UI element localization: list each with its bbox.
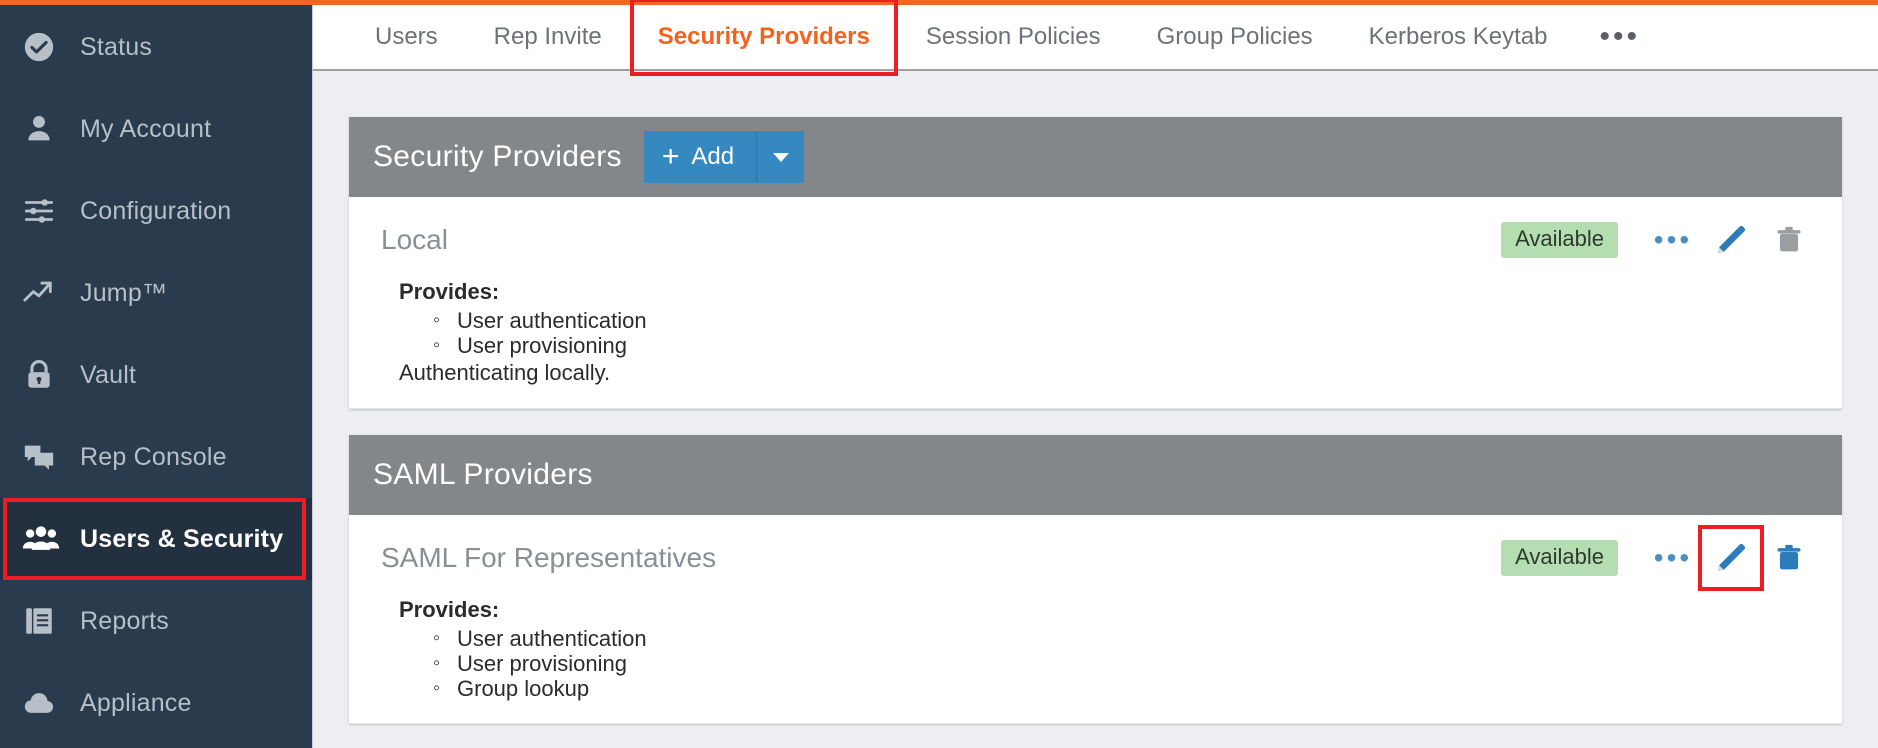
tab-rep-invite[interactable]: Rep Invite bbox=[466, 10, 630, 64]
sidebar-item-label: Vault bbox=[80, 360, 137, 389]
sidebar-item-reports[interactable]: Reports bbox=[0, 580, 312, 662]
plus-icon: + bbox=[661, 140, 680, 173]
panel-title: SAML Providers bbox=[373, 458, 593, 492]
sidebar-item-my-account[interactable]: My Account bbox=[0, 88, 312, 170]
tab-session-policies[interactable]: Session Policies bbox=[898, 10, 1129, 64]
sidebar-item-vault[interactable]: Vault bbox=[0, 334, 312, 416]
sidebar-item-status[interactable]: Status bbox=[0, 6, 312, 88]
tab-security-providers[interactable]: Security Providers bbox=[630, 10, 898, 64]
sidebar-item-jump[interactable]: Jump™ bbox=[0, 252, 312, 334]
sidebar-item-label: Users & Security bbox=[80, 524, 284, 553]
chat-bubbles-icon bbox=[22, 440, 68, 474]
sliders-icon bbox=[22, 194, 68, 228]
sidebar-item-label: Configuration bbox=[80, 196, 232, 225]
tab-security-providers-wrap: Security Providers bbox=[629, 0, 898, 76]
provides-label: Provides: bbox=[399, 597, 500, 623]
sidebar-item-label: My Account bbox=[80, 114, 212, 143]
sidebar-item-rep-console[interactable]: Rep Console bbox=[0, 416, 312, 498]
sidebar: Status My Account Configuration Jump™ Va… bbox=[0, 0, 313, 748]
cloud-icon bbox=[22, 686, 68, 720]
list-item: User authentication bbox=[433, 627, 1818, 652]
provider-header: SAML For Representatives Available ••• bbox=[381, 525, 1818, 592]
main-content: Security Providers + Add Local Available… bbox=[313, 71, 1878, 748]
lock-icon bbox=[22, 358, 68, 392]
tab-users[interactable]: Users bbox=[347, 10, 466, 64]
panel-title: Security Providers bbox=[373, 140, 622, 173]
provider-row-local: Local Available ••• Provides: ◦ User aut… bbox=[349, 197, 1842, 410]
pencil-edit-icon[interactable] bbox=[1698, 525, 1764, 592]
more-horizontal-icon[interactable]: ••• bbox=[1644, 215, 1702, 265]
app-window: Status My Account Configuration Jump™ Va… bbox=[0, 0, 1878, 748]
provides-label: Provides: bbox=[399, 279, 500, 304]
pencil-edit-icon[interactable] bbox=[1702, 215, 1760, 265]
add-button-label: Add bbox=[691, 143, 735, 170]
sidebar-item-label: Status bbox=[80, 32, 153, 61]
status-badge: Available bbox=[1501, 540, 1618, 577]
list-item: User provisioning bbox=[433, 651, 1818, 677]
person-icon bbox=[22, 112, 68, 146]
sidebar-item-label: Rep Console bbox=[80, 442, 227, 471]
sidebar-item-label: Jump™ bbox=[80, 278, 168, 307]
list-item: User authentication bbox=[433, 308, 1818, 334]
list-item: Group lookup bbox=[433, 676, 1818, 702]
more-horizontal-icon[interactable]: ••• bbox=[1644, 533, 1702, 583]
tab-kerberos-keytab[interactable]: Kerberos Keytab bbox=[1341, 10, 1576, 64]
provider-header: Local Available ••• bbox=[381, 215, 1818, 265]
more-dots: ••• bbox=[1653, 224, 1693, 255]
list-item: User provisioning bbox=[433, 333, 1818, 359]
provider-actions: Available ••• bbox=[1501, 215, 1818, 265]
sidebar-item-appliance[interactable]: Appliance bbox=[0, 662, 312, 744]
sidebar-accent-bar bbox=[0, 0, 313, 5]
trash-delete-icon[interactable] bbox=[1760, 215, 1818, 265]
tab-bar: Users Rep Invite Security Providers Sess… bbox=[313, 0, 1878, 76]
provides-block: Provides: User authentication User provi… bbox=[381, 279, 1818, 386]
add-button[interactable]: + Add bbox=[643, 131, 757, 183]
panel-header: SAML Providers bbox=[349, 435, 1842, 516]
provider-name: Local bbox=[381, 224, 448, 255]
users-group-icon bbox=[22, 522, 68, 556]
tab-group-policies[interactable]: Group Policies bbox=[1129, 10, 1341, 64]
sidebar-item-label: Appliance bbox=[80, 688, 192, 717]
provides-list: User authentication User provisioning Gr… bbox=[399, 627, 1818, 701]
panel-security-providers: Security Providers + Add Local Available… bbox=[349, 117, 1842, 410]
provides-list: User authentication User provisioning bbox=[399, 308, 1818, 359]
trash-delete-icon[interactable] bbox=[1760, 533, 1818, 583]
add-dropdown-toggle[interactable] bbox=[756, 131, 805, 183]
provider-row-saml-for-representatives: SAML For Representatives Available ••• P… bbox=[349, 515, 1842, 725]
panel-saml-providers: SAML Providers SAML For Representatives … bbox=[349, 435, 1842, 725]
panel-header: Security Providers + Add bbox=[349, 117, 1842, 197]
add-button-group: + Add bbox=[643, 131, 805, 183]
sidebar-item-configuration[interactable]: Configuration bbox=[0, 170, 312, 252]
status-badge: Available bbox=[1501, 222, 1618, 258]
trend-arrow-icon bbox=[22, 276, 68, 310]
provider-name: SAML For Representatives bbox=[381, 542, 717, 574]
sidebar-item-users-and-security[interactable]: Users & Security bbox=[0, 498, 312, 580]
tab-overflow-more-icon[interactable]: ••• bbox=[1575, 22, 1664, 52]
provides-block: Provides: User authentication User provi… bbox=[381, 597, 1818, 701]
provider-note: Authenticating locally. bbox=[399, 360, 611, 386]
sidebar-item-label: Reports bbox=[80, 606, 169, 635]
report-doc-icon bbox=[22, 604, 68, 638]
provider-actions: Available ••• bbox=[1501, 525, 1818, 592]
more-dots: ••• bbox=[1653, 542, 1693, 574]
check-circle-icon bbox=[22, 30, 68, 64]
chevron-down-icon bbox=[772, 152, 789, 162]
content-area: Users Rep Invite Security Providers Sess… bbox=[313, 0, 1878, 748]
